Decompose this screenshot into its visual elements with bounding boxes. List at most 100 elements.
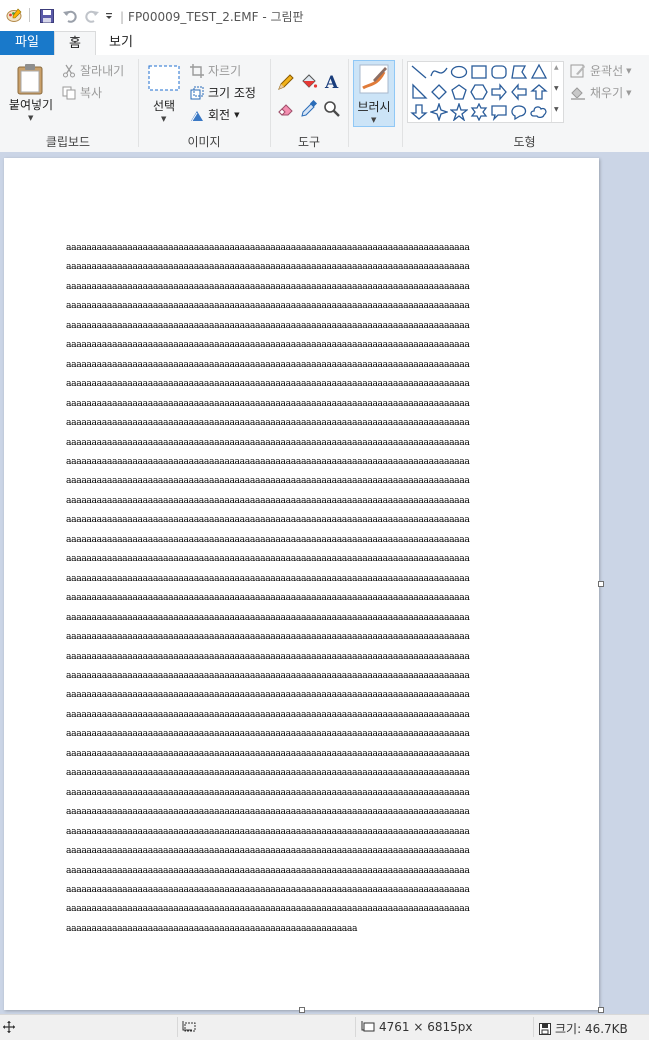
text-line: aaaaaaaaaaaaaaaaaaaaaaaaaaaaaaaaaaaaaaaa… [66, 358, 470, 370]
resize-icon [190, 86, 204, 99]
scroll-down-icon[interactable]: ▼ [554, 85, 559, 92]
gallery-expand-icon[interactable]: ▼ [554, 106, 559, 113]
resize-label: 크기 조정 [208, 86, 256, 100]
oval-callout-shape-icon[interactable] [510, 103, 528, 121]
outline-dropdown-icon: ▼ [626, 66, 632, 75]
image-dimensions-text: 4761 × 6815px [379, 1020, 473, 1034]
oval-shape-icon[interactable] [450, 63, 468, 81]
pencil-icon[interactable] [277, 73, 295, 91]
left-arrow-shape-icon[interactable] [510, 83, 528, 101]
five-point-star-shape-icon[interactable] [450, 103, 468, 121]
curve-shape-icon[interactable] [430, 63, 448, 81]
rotate-button[interactable]: 회전 ▼ [190, 106, 239, 123]
customize-qat-icon[interactable] [104, 8, 114, 24]
outline-label: 윤곽선 [590, 64, 624, 78]
file-size: 크기: 46.7KB [539, 1020, 628, 1037]
paste-dropdown-icon: ▼ [28, 114, 34, 122]
rounded-rectangle-shape-icon[interactable] [490, 63, 508, 81]
undo-icon[interactable] [62, 8, 78, 24]
text-line: aaaaaaaaaaaaaaaaaaaaaaaaaaaaaaaaaaaaaaaa… [66, 786, 470, 798]
image-canvas[interactable]: aaaaaaaaaaaaaaaaaaaaaaaaaaaaaaaaaaaaaaaa… [4, 158, 599, 1010]
fill-bucket-icon[interactable] [300, 73, 318, 91]
disk-icon [539, 1022, 551, 1035]
eraser-icon[interactable] [277, 100, 295, 118]
cloud-callout-shape-icon[interactable] [530, 103, 548, 121]
pentagon-shape-icon[interactable] [450, 83, 468, 101]
text-line: aaaaaaaaaaaaaaaaaaaaaaaaaaaaaaaaaaaaaaaa… [66, 747, 470, 759]
rect-callout-shape-icon[interactable] [490, 103, 508, 121]
selection-rect-icon [148, 65, 180, 91]
polygon-shape-icon[interactable] [510, 63, 528, 81]
select-label: 선택 [152, 99, 176, 113]
down-arrow-shape-icon[interactable] [410, 103, 428, 121]
text-line: aaaaaaaaaaaaaaaaaaaaaaaaaaaaaaaaaaaaaaaa… [66, 494, 470, 506]
shapes-scrollbar[interactable]: ▲ ▼ ▼ [551, 62, 563, 122]
text-line: aaaaaaaaaaaaaaaaaaaaaaaaaaaaaaaaaaaaaaaa… [66, 845, 470, 857]
image-dimensions: 4761 × 6815px [361, 1020, 472, 1034]
four-point-star-shape-icon[interactable] [430, 103, 448, 121]
cut-button[interactable]: 잘라내기 [62, 62, 124, 79]
shapes-group-label: 도형 [513, 135, 536, 149]
text-line: aaaaaaaaaaaaaaaaaaaaaaaaaaaaaaaaaaaaaaaa… [66, 553, 470, 565]
text-line: aaaaaaaaaaaaaaaaaaaaaaaaaaaaaaaaaaaaaaaa… [66, 475, 470, 487]
text-line: aaaaaaaaaaaaaaaaaaaaaaaaaaaaaaaaaaaaaaaa… [66, 339, 470, 351]
text-line: aaaaaaaaaaaaaaaaaaaaaaaaaaaaaaaaaaaaaaaa… [66, 669, 470, 681]
magnifier-icon[interactable] [323, 100, 341, 118]
brushes-label: 브러시 [357, 100, 391, 114]
six-point-star-shape-icon[interactable] [470, 103, 488, 121]
save-icon[interactable] [39, 8, 55, 24]
document-text: aaaaaaaaaaaaaaaaaaaaaaaaaaaaaaaaaaaaaaaa… [66, 238, 470, 938]
canvas-area[interactable]: aaaaaaaaaaaaaaaaaaaaaaaaaaaaaaaaaaaaaaaa… [0, 152, 649, 1014]
brushes-button[interactable]: 브러시 ▼ [353, 60, 395, 127]
hexagon-shape-icon[interactable] [470, 83, 488, 101]
text-line: aaaaaaaaaaaaaaaaaaaaaaaaaaaaaaaaaaaaaaaa… [66, 611, 470, 623]
text-line: aaaaaaaaaaaaaaaaaaaaaaaaaaaaaaaaaaaaaaaa… [66, 436, 470, 448]
file-size-text: 크기: 46.7KB [555, 1022, 628, 1036]
text-line: aaaaaaaaaaaaaaaaaaaaaaaaaaaaaaaaaaaaaaaa… [66, 708, 470, 720]
scroll-up-icon[interactable]: ▲ [554, 64, 559, 71]
tab-view[interactable]: 보기 [100, 31, 142, 55]
text-line: aaaaaaaaaaaaaaaaaaaaaaaaaaaaaaaaaaaaaaaa… [66, 825, 470, 837]
ribbon-home: 붙여넣기 ▼ 잘라내기 복사 클립보드 선택 ▼ 자르기 크기 조정 회전 ▼ … [0, 55, 649, 153]
rotate-dropdown-icon: ▼ [234, 110, 240, 119]
line-shape-icon[interactable] [410, 63, 428, 81]
resize-handle-corner[interactable] [598, 1007, 604, 1013]
clipboard-icon [17, 64, 43, 95]
paint-app-icon[interactable] [6, 7, 22, 23]
text-line: aaaaaaaaaaaaaaaaaaaaaaaaaaaaaaaaaaaaaaaa… [66, 806, 470, 818]
select-button[interactable]: 선택 ▼ [144, 61, 184, 127]
up-arrow-shape-icon[interactable] [530, 83, 548, 101]
diamond-shape-icon[interactable] [430, 83, 448, 101]
resize-button[interactable]: 크기 조정 [190, 84, 256, 101]
fill-button[interactable]: 채우기 ▼ [570, 84, 632, 101]
triangle-shape-icon[interactable] [530, 63, 548, 81]
resize-handle-bottom[interactable] [299, 1007, 305, 1013]
rectangle-shape-icon[interactable] [470, 63, 488, 81]
text-line: aaaaaaaaaaaaaaaaaaaaaaaaaaaaaaaaaaaaaaaa… [66, 417, 470, 429]
image-size-icon [361, 1021, 375, 1032]
title-separator: | [120, 10, 125, 24]
redo-icon[interactable] [84, 8, 100, 24]
text-line: aaaaaaaaaaaaaaaaaaaaaaaaaaaaaaaaaaaaaaaa… [66, 728, 470, 740]
outline-button[interactable]: 윤곽선 ▼ [570, 62, 632, 79]
crop-button[interactable]: 자르기 [190, 62, 241, 79]
paste-label: 붙여넣기 [8, 98, 54, 112]
text-line: aaaaaaaaaaaaaaaaaaaaaaaaaaaaaaaaaaaaaaaa… [66, 300, 470, 312]
right-triangle-shape-icon[interactable] [410, 83, 428, 101]
resize-handle-right[interactable] [598, 581, 604, 587]
color-picker-icon[interactable] [300, 100, 318, 118]
tab-file[interactable]: 파일 [0, 31, 54, 55]
copy-icon [62, 86, 76, 99]
tab-home[interactable]: 홈 [54, 31, 96, 56]
text-line: aaaaaaaaaaaaaaaaaaaaaaaaaaaaaaaaaaaaaaaa… [66, 689, 470, 701]
paste-button[interactable]: 붙여넣기 ▼ [4, 59, 56, 127]
copy-button[interactable]: 복사 [62, 84, 102, 101]
text-line: aaaaaaaaaaaaaaaaaaaaaaaaaaaaaaaaaaaaaaaa… [66, 319, 470, 331]
text-line: aaaaaaaaaaaaaaaaaaaaaaaaaaaaaaaaaaaaaaaa… [66, 767, 470, 779]
text-line: aaaaaaaaaaaaaaaaaaaaaaaaaaaaaaaaaaaaaaaa… [66, 631, 470, 643]
right-arrow-shape-icon[interactable] [490, 83, 508, 101]
title-bar: | FP00009_TEST_2.EMF - 그림판 [0, 0, 649, 31]
brushes-dropdown-icon: ▼ [371, 116, 377, 124]
tools-group-label: 도구 [297, 135, 321, 149]
text-tool-icon[interactable]: A [323, 72, 341, 92]
